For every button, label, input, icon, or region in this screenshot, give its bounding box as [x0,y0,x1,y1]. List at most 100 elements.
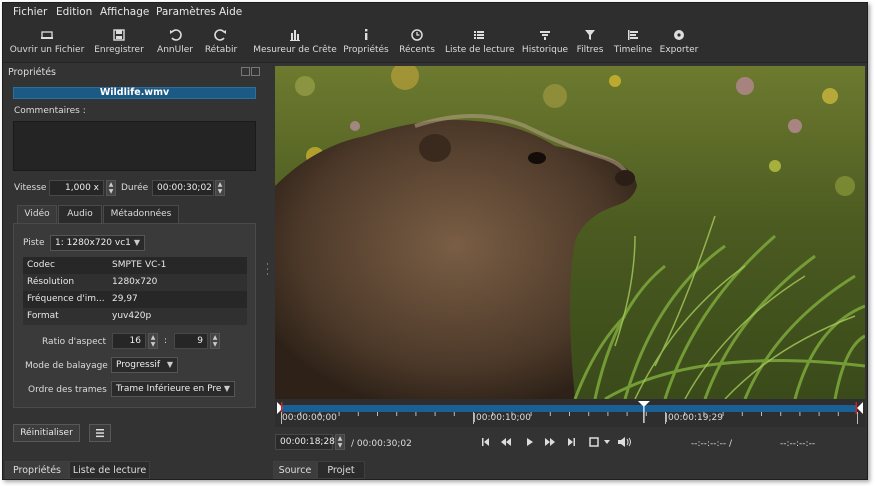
field-order-value: Trame Inférieure en Pren [116,384,228,394]
ruler-tick [837,412,839,416]
total-duration: / 00:00:30;02 [351,439,412,449]
menu-edit[interactable]: Edition [56,6,92,18]
aspect-height-field[interactable]: 9 [174,333,208,349]
comments-field[interactable] [13,121,256,171]
menu-file[interactable]: Fichier [13,6,47,18]
playlist-button[interactable]: Liste de lecture [445,25,515,59]
ruler-tick [549,412,551,416]
tab-video[interactable]: Vidéo [17,205,57,223]
redo-label: Rétabir [204,45,238,55]
rewind-icon[interactable] [501,438,511,446]
scrubber-ticks [281,412,858,424]
timeline-tick-2: |00:00:19;29 [665,413,723,423]
out-point-line [855,402,857,414]
table-key: Fréquence d'im... [27,294,105,304]
position-field[interactable]: 00:00:18;28 [275,434,335,450]
ruler-tick [396,412,398,416]
aspect-width-stepper[interactable]: ▲ ▼ [148,333,158,349]
list-icon [474,31,484,39]
hamburger-icon[interactable] [89,424,111,442]
scrubber-track[interactable] [275,399,865,427]
filter-icon [585,30,595,40]
menu-help[interactable]: Aide [219,6,242,18]
tab-playlist[interactable]: Liste de lecture [69,461,150,479]
position-stepper[interactable]: ▲ ▼ [335,434,345,450]
redo-icon [214,29,226,41]
reset-button[interactable]: Réinitialiser [13,424,80,442]
save-button[interactable]: Enregistrer [89,25,149,59]
video-tab-content: Piste 1: 1280x720 vc1 ▼ Codec SMPTE VC-1 R… [13,223,256,408]
filters-button[interactable]: Filtres [575,25,605,59]
track-select[interactable]: 1: 1280x720 vc1 ▼ [50,235,145,251]
aspect-width-field[interactable]: 16 [112,333,146,349]
ruler-tick [857,412,858,424]
clock-icon [411,29,423,41]
scan-mode-select[interactable]: Progressif ▼ [111,357,178,373]
timeline-tick-0: 00:00:00;00 [282,413,337,423]
video-viewer[interactable] [275,66,865,399]
ruler-tick [377,412,378,416]
peak-meter-button[interactable]: Mesureur de Crête [253,25,337,59]
duration-stepper[interactable]: ▲ ▼ [215,180,225,196]
table-value: 29,97 [112,294,138,304]
volume-icon[interactable] [618,437,631,447]
menu-view[interactable]: Affichage [100,6,149,18]
tab-audio[interactable]: Audio [58,205,102,223]
duration-field[interactable]: 00:00:30;02 [152,180,214,196]
filters-label: Filtres [576,45,604,55]
transport-controls [482,437,631,447]
float-icon[interactable] [241,67,250,76]
open-file-button[interactable]: Ouvrir un Fichier [9,25,85,59]
player-scrubber[interactable]: 00:00:00;00 |00:00:10;00 |00:00:19;29 [275,399,865,427]
history-button[interactable]: Historique [520,25,570,59]
aspect-height-stepper[interactable]: ▲ ▼ [210,333,220,349]
play-icon[interactable] [527,438,533,446]
menu-settings[interactable]: Paramètres [156,6,216,18]
undo-button[interactable]: AnnUler [155,25,195,59]
ruler-tick [453,412,455,416]
menu-bar: Fichier Edition Affichage Paramètres Aid… [3,3,867,21]
filename-bar: Wildlife.wmv [13,87,256,99]
timeline-button[interactable]: Timeline [611,25,655,59]
properties-button[interactable]: Propriétés [343,25,389,59]
export-button[interactable]: Exporter [657,25,701,59]
tab-source[interactable]: Source [273,461,317,479]
zoom-toggle-icon[interactable] [589,437,599,447]
table-key: Codec [27,260,55,270]
scrubber-bar[interactable] [281,405,857,412]
toolbar: Ouvrir un Fichier Enregistrer AnnUler Ré… [3,21,867,63]
panel-splitter[interactable] [266,263,269,275]
close-icon[interactable] [251,67,260,76]
properties-table: Codec SMPTE VC-1 Résolution 1280x720 Fréqu… [23,257,247,325]
tab-project[interactable]: Projet [317,461,365,479]
properties-label: Propriétés [343,45,389,55]
fast-forward-icon[interactable] [545,438,555,446]
field-order-label: Ordre des trames [28,385,107,395]
table-value: SMPTE VC-1 [112,260,167,270]
timeline-icon [628,30,638,40]
peak-meter-label: Mesureur de Crête [253,45,337,55]
skip-to-end-icon[interactable] [568,438,575,446]
ruler-tick [338,412,340,416]
field-order-select[interactable]: Trame Inférieure en Pren ▼ [111,381,235,397]
chevron-down-icon[interactable] [604,440,610,444]
history-label: Historique [521,45,569,55]
aspect-separator: : [164,336,168,346]
speed-stepper[interactable]: ▲ ▼ [106,180,116,196]
save-icon [113,29,125,41]
table-key: Format [27,311,59,321]
tab-properties[interactable]: Propriétés [5,461,69,479]
skip-to-start-icon[interactable] [482,438,489,446]
properties-panel: Propriétés Wildlife.wmv Commentaires : V… [3,63,266,461]
undo-icon [170,29,182,41]
recent-button[interactable]: Récents [397,25,437,59]
tab-metadata[interactable]: Métadonnées [103,205,179,223]
scan-mode-label: Mode de balayage [25,361,108,371]
speed-field[interactable]: 1,000 x [49,180,104,196]
history-icon [540,31,550,40]
ruler-tick [357,412,359,416]
table-row: Codec SMPTE VC-1 [23,257,247,274]
table-value: 1280x720 [112,277,158,287]
comments-label: Commentaires : [14,106,86,116]
redo-button[interactable]: Rétabir [201,25,241,59]
